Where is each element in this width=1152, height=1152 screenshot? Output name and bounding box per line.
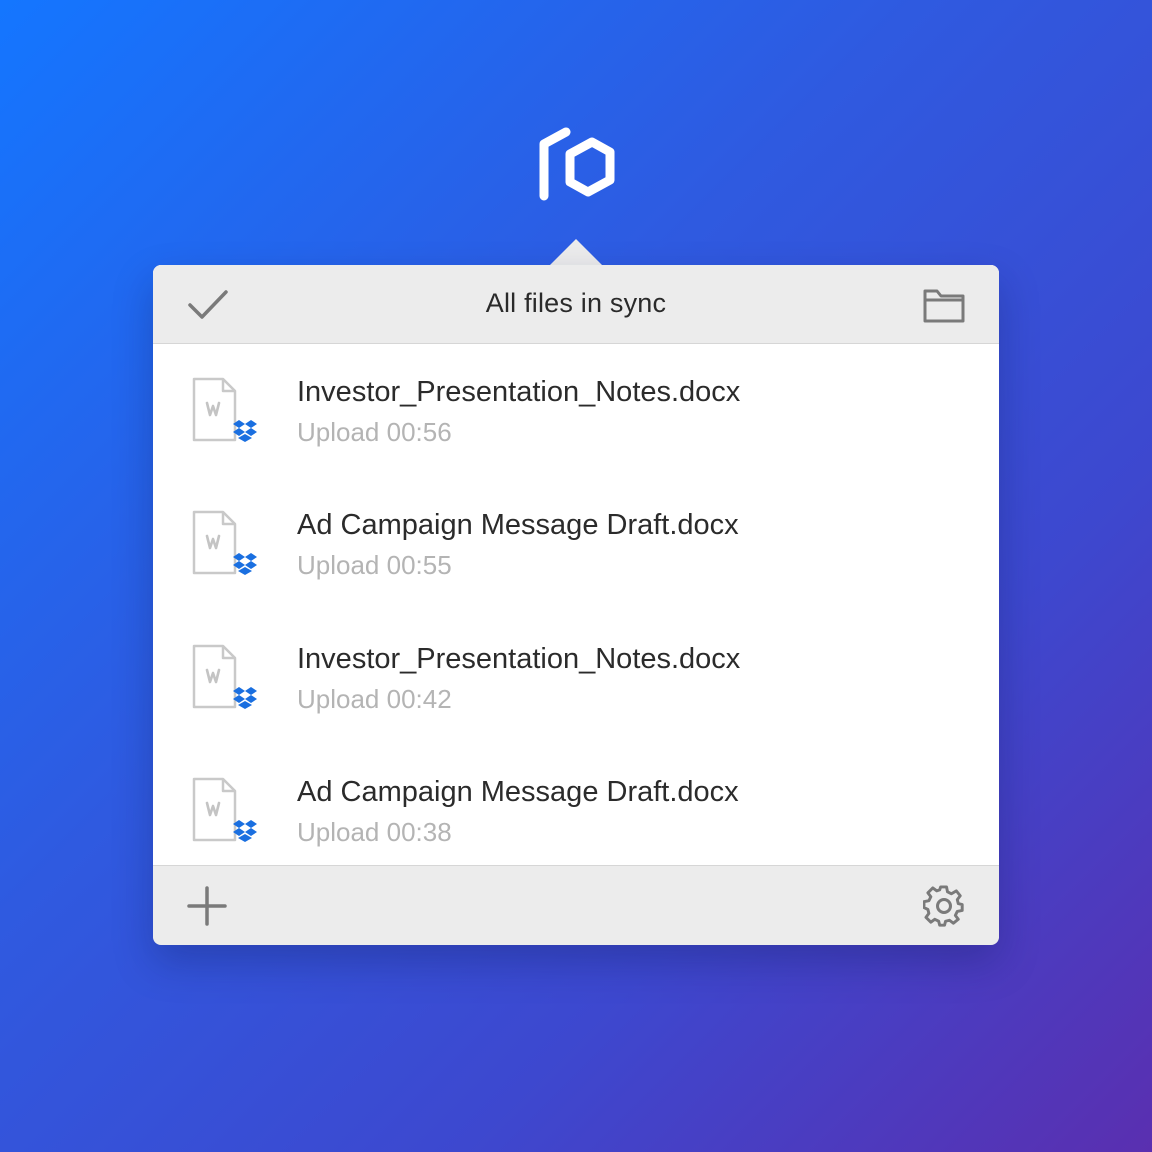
word-document-icon — [192, 510, 257, 575]
popover-arrow — [549, 239, 603, 266]
gear-icon[interactable] — [923, 885, 965, 927]
file-list-item[interactable]: Investor_Presentation_Notes.docx Upload … — [153, 344, 999, 477]
folder-icon[interactable] — [921, 285, 967, 325]
dropbox-badge-icon — [233, 553, 257, 575]
file-name: Investor_Presentation_Notes.docx — [297, 376, 741, 408]
file-upload-status: Upload 00:38 — [297, 817, 452, 847]
plus-icon[interactable] — [187, 886, 227, 926]
file-name: Ad Campaign Message Draft.docx — [297, 776, 739, 808]
word-document-icon — [192, 777, 257, 842]
app-logo-icon[interactable] — [536, 122, 616, 206]
file-upload-status: Upload 00:42 — [297, 684, 452, 714]
file-upload-status: Upload 00:56 — [297, 417, 452, 447]
file-list-item[interactable]: Ad Campaign Message Draft.docx Upload 00… — [153, 744, 999, 877]
word-document-icon — [192, 377, 257, 442]
file-list-item[interactable]: Ad Campaign Message Draft.docx Upload 00… — [153, 477, 999, 610]
popover-footer — [153, 865, 999, 945]
file-upload-status: Upload 00:55 — [297, 550, 452, 580]
file-name: Ad Campaign Message Draft.docx — [297, 509, 739, 541]
file-list-item[interactable]: Investor_Presentation_Notes.docx Upload … — [153, 611, 999, 744]
sync-status-title: All files in sync — [485, 288, 667, 318]
dropbox-badge-icon — [233, 420, 257, 442]
word-document-icon — [192, 644, 257, 709]
popover-header: All files in sync — [153, 265, 999, 344]
file-list: Investor_Presentation_Notes.docx Upload … — [153, 344, 999, 864]
dropbox-badge-icon — [233, 820, 257, 842]
sync-popover: All files in sync Investor_Presentation_… — [153, 265, 999, 945]
file-name: Investor_Presentation_Notes.docx — [297, 643, 741, 675]
dropbox-badge-icon — [233, 687, 257, 709]
